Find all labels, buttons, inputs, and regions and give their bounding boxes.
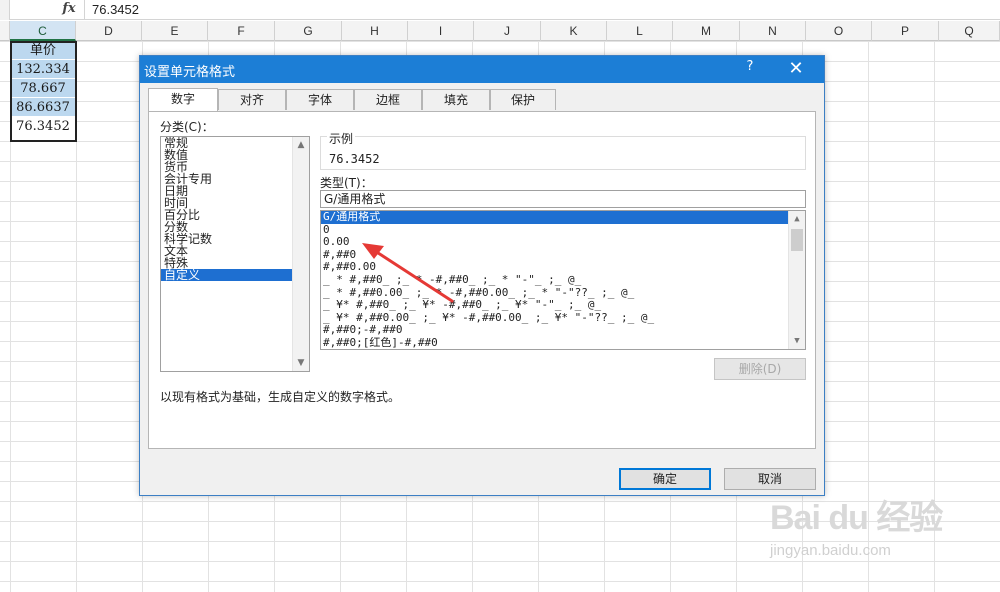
column-headers: C D E F G H I J K L M N O P Q [0, 21, 1000, 41]
column-header-m[interactable]: M [673, 21, 740, 41]
scroll-down-icon[interactable]: ▼ [293, 355, 309, 371]
select-all-corner[interactable] [0, 21, 10, 41]
cell-c-value[interactable]: 132.334 [10, 60, 76, 79]
type-item[interactable]: #,##0;-#,##0 [321, 324, 805, 337]
tab-font[interactable]: 字体 [286, 89, 354, 110]
column-header-n[interactable]: N [740, 21, 806, 41]
scroll-down-icon[interactable]: ▼ [789, 333, 805, 349]
type-item[interactable]: #,##0 [321, 249, 805, 262]
type-item[interactable]: 0.00 [321, 236, 805, 249]
scroll-up-icon[interactable]: ▲ [293, 137, 309, 153]
column-header-c[interactable]: C [10, 21, 76, 41]
tab-border[interactable]: 边框 [354, 89, 422, 110]
close-icon[interactable]: ✕ [784, 57, 808, 81]
formula-bar-divider [84, 0, 85, 20]
column-header-o[interactable]: O [806, 21, 872, 41]
column-header-j[interactable]: J [474, 21, 541, 41]
column-header-l[interactable]: L [607, 21, 673, 41]
category-item-selected[interactable]: 自定义 [161, 269, 309, 281]
column-header-p[interactable]: P [872, 21, 939, 41]
type-item-selected[interactable]: G/通用格式 [321, 211, 805, 224]
type-label: 类型(T)： [320, 176, 373, 190]
column-header-i[interactable]: I [408, 21, 474, 41]
delete-button[interactable]: 删除(D) [714, 358, 806, 380]
column-header-d[interactable]: D [76, 21, 142, 41]
watermark-logo: Bai du 经验 [770, 499, 943, 537]
column-header-f[interactable]: F [208, 21, 275, 41]
help-button[interactable]: ? [740, 59, 760, 79]
tab-protection[interactable]: 保护 [490, 89, 556, 110]
tab-number[interactable]: 数字 [148, 88, 218, 111]
sample-group [320, 136, 806, 170]
cell-c-value[interactable]: 78.667 [10, 79, 76, 98]
cell-c-active[interactable]: 76.3452 [10, 117, 76, 136]
cancel-button[interactable]: 取消 [724, 468, 816, 490]
sample-label: 示例 [327, 130, 356, 147]
column-header-q[interactable]: Q [939, 21, 1000, 41]
description-text: 以现有格式为基础，生成自定义的数字格式。 [160, 390, 401, 404]
cell-c-header[interactable]: 单价 [10, 41, 76, 60]
type-item[interactable]: #,##0;[红色]-#,##0 [321, 337, 805, 349]
format-cells-dialog: 设置单元格格式 ? ✕ 数字 对齐 字体 边框 填充 保护 分类(C)： 常规 … [139, 55, 825, 496]
watermark-url: jingyan.baidu.com [770, 542, 891, 559]
category-scrollbar[interactable]: ▲ ▼ [292, 137, 309, 371]
dialog-title: 设置单元格格式 [144, 65, 236, 80]
ok-button[interactable]: 确定 [619, 468, 711, 490]
fx-icon[interactable]: fx [58, 1, 80, 19]
name-box-edge[interactable] [0, 0, 10, 20]
category-label: 分类(C)： [160, 120, 214, 134]
formula-bar: fx 76.3452 [0, 0, 1000, 20]
column-header-h[interactable]: H [342, 21, 408, 41]
type-item[interactable]: _ ¥* #,##0_ ;_ ¥* -#,##0_ ;_ ¥* "-"_ ;_ … [321, 299, 805, 312]
formula-bar-value[interactable]: 76.3452 [92, 2, 139, 17]
column-c-cells: 单价 132.334 78.667 86.6637 76.3452 [10, 41, 76, 136]
column-header-e[interactable]: E [142, 21, 208, 41]
tab-fill[interactable]: 填充 [422, 89, 490, 110]
column-header-k[interactable]: K [541, 21, 607, 41]
type-list[interactable]: G/通用格式 0 0.00 #,##0 #,##0.00 _ * #,##0_ … [320, 210, 806, 350]
scroll-thumb[interactable] [791, 229, 803, 251]
scroll-up-icon[interactable]: ▲ [789, 211, 805, 227]
baidu-watermark: Bai du 经验 jingyan.baidu.com [760, 490, 960, 570]
sample-value: 76.3452 [329, 152, 380, 166]
type-input[interactable]: G/通用格式 [320, 190, 806, 208]
type-scrollbar[interactable]: ▲ ▼ [788, 211, 805, 349]
type-item[interactable]: _ ¥* #,##0.00_ ;_ ¥* -#,##0.00_ ;_ ¥* "-… [321, 312, 805, 325]
type-item[interactable]: #,##0.00 [321, 261, 805, 274]
type-item[interactable]: _ * #,##0.00_ ;_ * -#,##0.00_ ;_ * "-"??… [321, 287, 805, 300]
tab-alignment[interactable]: 对齐 [218, 89, 286, 110]
type-item[interactable]: _ * #,##0_ ;_ * -#,##0_ ;_ * "-"_ ;_ @_ [321, 274, 805, 287]
category-list[interactable]: 常规 数值 货币 会计专用 日期 时间 百分比 分数 科学记数 文本 特殊 自定… [160, 136, 310, 372]
type-item[interactable]: 0 [321, 224, 805, 237]
column-header-g[interactable]: G [275, 21, 342, 41]
cell-c-value[interactable]: 86.6637 [10, 98, 76, 117]
dialog-title-bar[interactable]: 设置单元格格式 ? ✕ [140, 56, 824, 83]
number-tab-panel: 分类(C)： 常规 数值 货币 会计专用 日期 时间 百分比 分数 科学记数 文… [148, 111, 816, 449]
